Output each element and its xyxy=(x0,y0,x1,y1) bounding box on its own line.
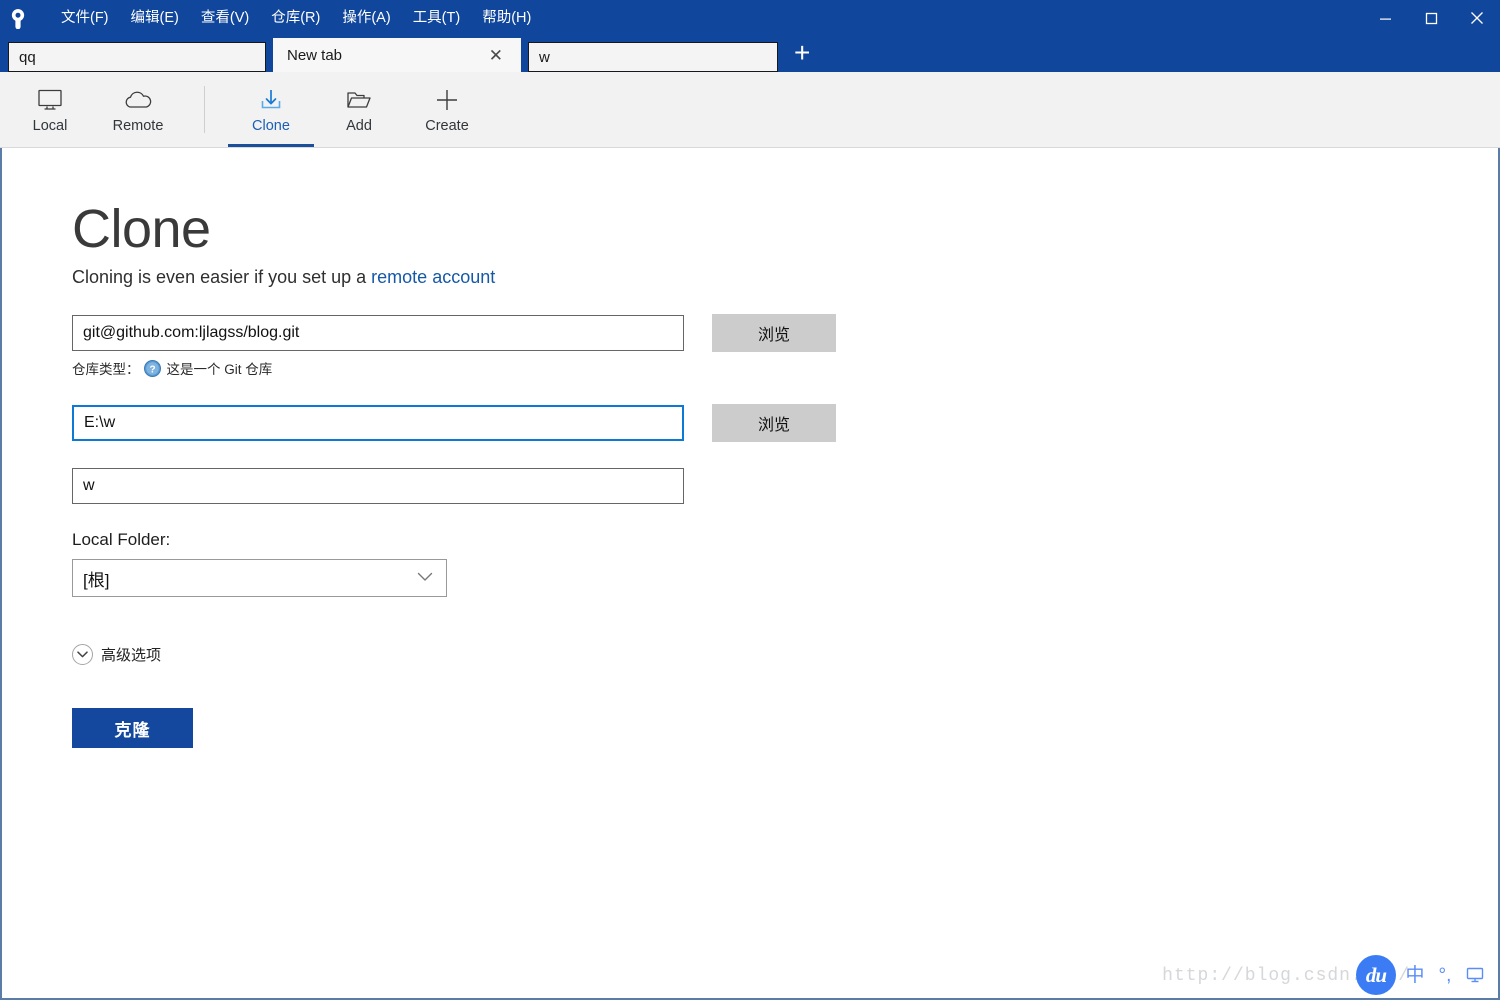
browse-destination-button[interactable]: 浏览 xyxy=(712,404,836,442)
remote-account-link[interactable]: remote account xyxy=(371,267,495,287)
menu-item-file[interactable]: 文件(F) xyxy=(50,4,120,32)
toolbar-label: Local xyxy=(32,118,68,134)
repo-type-hint: 仓库类型： ? 这是一个 Git 仓库 xyxy=(72,358,1498,378)
question-circle-icon[interactable]: ? xyxy=(143,359,161,377)
tab-label: New tab xyxy=(287,46,343,64)
tab-label: w xyxy=(539,48,550,66)
window-controls xyxy=(1362,0,1500,36)
minimize-button[interactable] xyxy=(1362,0,1408,36)
page-subtitle: Cloning is even easier if you set up a r… xyxy=(72,267,1498,288)
monitor-icon xyxy=(36,83,64,117)
menu-item-view[interactable]: 查看(V) xyxy=(190,4,260,32)
destination-path-input[interactable] xyxy=(72,405,684,441)
menu-item-tools[interactable]: 工具(T) xyxy=(402,4,472,32)
local-folder-label: Local Folder: xyxy=(72,530,171,549)
menu-bar: 文件(F) 编辑(E) 查看(V) 仓库(R) 操作(A) 工具(T) 帮助(H… xyxy=(50,0,542,36)
toolbar-item-create[interactable]: Create xyxy=(403,72,491,147)
tab-new-tab[interactable]: New tab ✕ xyxy=(273,38,521,72)
advanced-options-label: 高级选项 xyxy=(101,647,162,664)
toolbar-item-local[interactable]: Local xyxy=(6,72,94,147)
source-url-input[interactable] xyxy=(72,315,684,351)
tab-label: qq xyxy=(19,48,36,66)
folder-open-icon xyxy=(344,83,374,117)
toolbar-item-add[interactable]: Add xyxy=(315,72,403,147)
repo-type-label: 仓库类型： xyxy=(72,362,140,377)
chevron-down-circle-icon xyxy=(72,644,93,665)
title-bar: 文件(F) 编辑(E) 查看(V) 仓库(R) 操作(A) 工具(T) 帮助(H… xyxy=(0,0,1500,36)
toolbar-item-clone[interactable]: Clone xyxy=(227,72,315,147)
toolbar-separator xyxy=(204,86,205,133)
close-button[interactable] xyxy=(1454,0,1500,36)
tab-strip: qq New tab ✕ w + xyxy=(0,36,1500,72)
toolbar-label: Create xyxy=(425,118,469,134)
keyboard-icon[interactable] xyxy=(1464,966,1486,984)
repo-name-input[interactable] xyxy=(72,468,684,504)
plus-icon xyxy=(434,83,460,117)
ime-punctuation-mode[interactable]: °, xyxy=(1434,966,1456,985)
new-tab-button[interactable]: + xyxy=(778,38,824,72)
advanced-options-toggle[interactable]: 高级选项 xyxy=(72,644,232,665)
cloud-icon xyxy=(122,83,154,117)
menu-item-help[interactable]: 帮助(H) xyxy=(471,4,542,32)
local-folder-value: [根] xyxy=(83,570,110,590)
ime-language-mode[interactable]: 中 xyxy=(1404,966,1426,985)
tab-w[interactable]: w xyxy=(528,42,778,72)
destination-path-row: 浏览 xyxy=(72,404,1498,442)
page-title: Clone xyxy=(72,199,211,259)
repo-name-row xyxy=(72,468,1498,504)
ime-floating-bar: du 中 °, xyxy=(1356,954,1492,996)
clone-page: Clone Cloning is even easier if you set … xyxy=(2,148,1498,748)
maximize-button[interactable] xyxy=(1408,0,1454,36)
source-url-row: 浏览 xyxy=(72,314,1498,352)
toolbar-item-remote[interactable]: Remote xyxy=(94,72,182,147)
download-clone-icon xyxy=(257,83,285,117)
baidu-ime-logo-icon[interactable]: du xyxy=(1356,955,1396,995)
local-folder-select[interactable]: [根] xyxy=(72,559,447,597)
tab-close-icon[interactable]: ✕ xyxy=(485,45,507,66)
clone-submit-button[interactable]: 克隆 xyxy=(72,708,193,748)
toolbar-label: Remote xyxy=(112,118,164,134)
repo-type-status: 这是一个 Git 仓库 xyxy=(166,362,273,377)
menu-item-edit[interactable]: 编辑(E) xyxy=(120,4,190,32)
sourcetree-window: 文件(F) 编辑(E) 查看(V) 仓库(R) 操作(A) 工具(T) 帮助(H… xyxy=(0,0,1500,1000)
toolbar-label: Add xyxy=(346,118,372,134)
menu-item-actions[interactable]: 操作(A) xyxy=(331,4,401,32)
main-toolbar: Local Remote Clone Add Create xyxy=(0,72,1500,148)
sourcetree-logo-icon xyxy=(0,0,36,36)
local-folder-select-wrap: [根] xyxy=(72,559,447,597)
menu-item-repository[interactable]: 仓库(R) xyxy=(260,4,331,32)
toolbar-label: Clone xyxy=(252,118,290,134)
subtitle-text: Cloning is even easier if you set up a xyxy=(72,267,372,287)
tab-qq[interactable]: qq xyxy=(8,42,266,72)
browse-source-button[interactable]: 浏览 xyxy=(712,314,836,352)
svg-text:?: ? xyxy=(149,364,155,375)
